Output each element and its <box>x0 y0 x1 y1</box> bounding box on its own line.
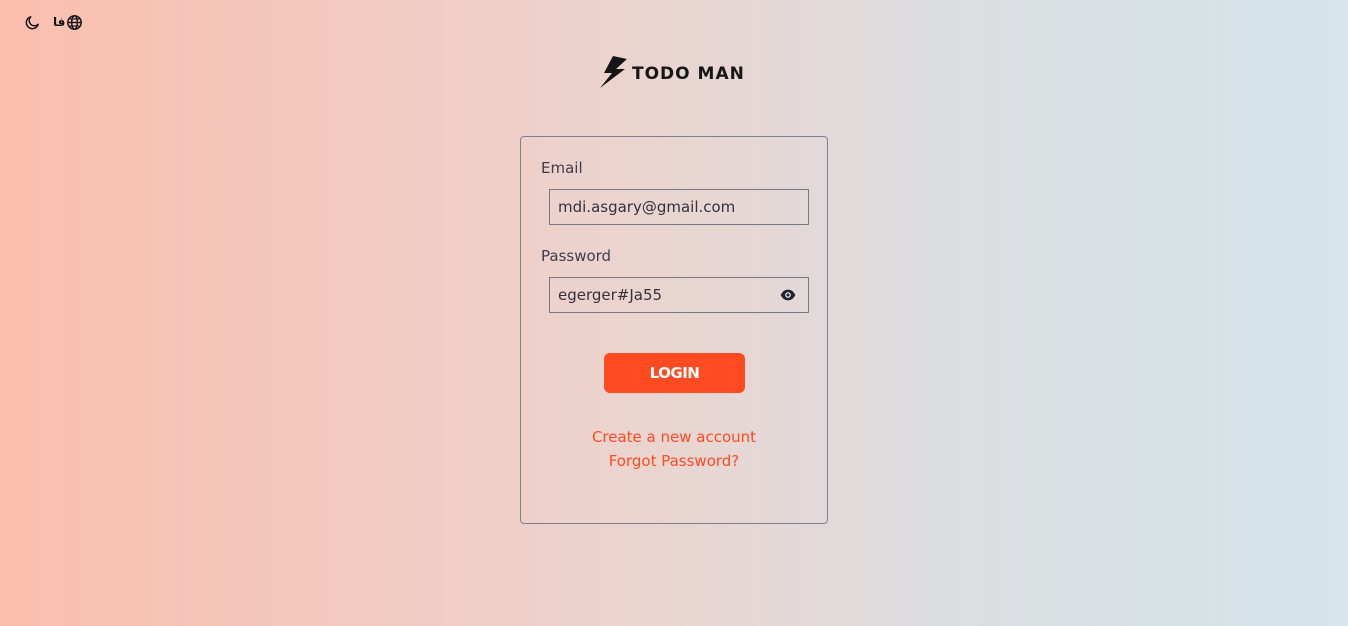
create-account-link[interactable]: Create a new account <box>521 428 827 446</box>
app-logo: TODO MAN <box>599 55 745 89</box>
globe-icon <box>66 14 83 31</box>
moon-icon[interactable] <box>24 14 41 31</box>
password-field[interactable]: egerger#Ja55 <box>549 277 809 313</box>
lightning-bolt-logo <box>599 55 631 89</box>
password-label: Password <box>541 247 612 265</box>
language-label: فا <box>53 15 66 29</box>
password-value: egerger#Ja55 <box>558 286 663 304</box>
email-value: mdi.asgary@gmail.com <box>558 198 736 216</box>
forgot-password-link[interactable]: Forgot Password? <box>521 452 827 470</box>
top-toolbar: فا <box>24 12 83 32</box>
login-card: Email mdi.asgary@gmail.com Password eger… <box>520 136 828 524</box>
logo-text: TODO MAN <box>632 64 745 84</box>
language-switch[interactable]: فا <box>53 14 83 31</box>
email-field[interactable]: mdi.asgary@gmail.com <box>549 189 809 225</box>
eye-icon[interactable] <box>780 288 796 302</box>
login-button[interactable]: LOGIN <box>604 353 745 393</box>
email-label: Email <box>541 159 583 177</box>
